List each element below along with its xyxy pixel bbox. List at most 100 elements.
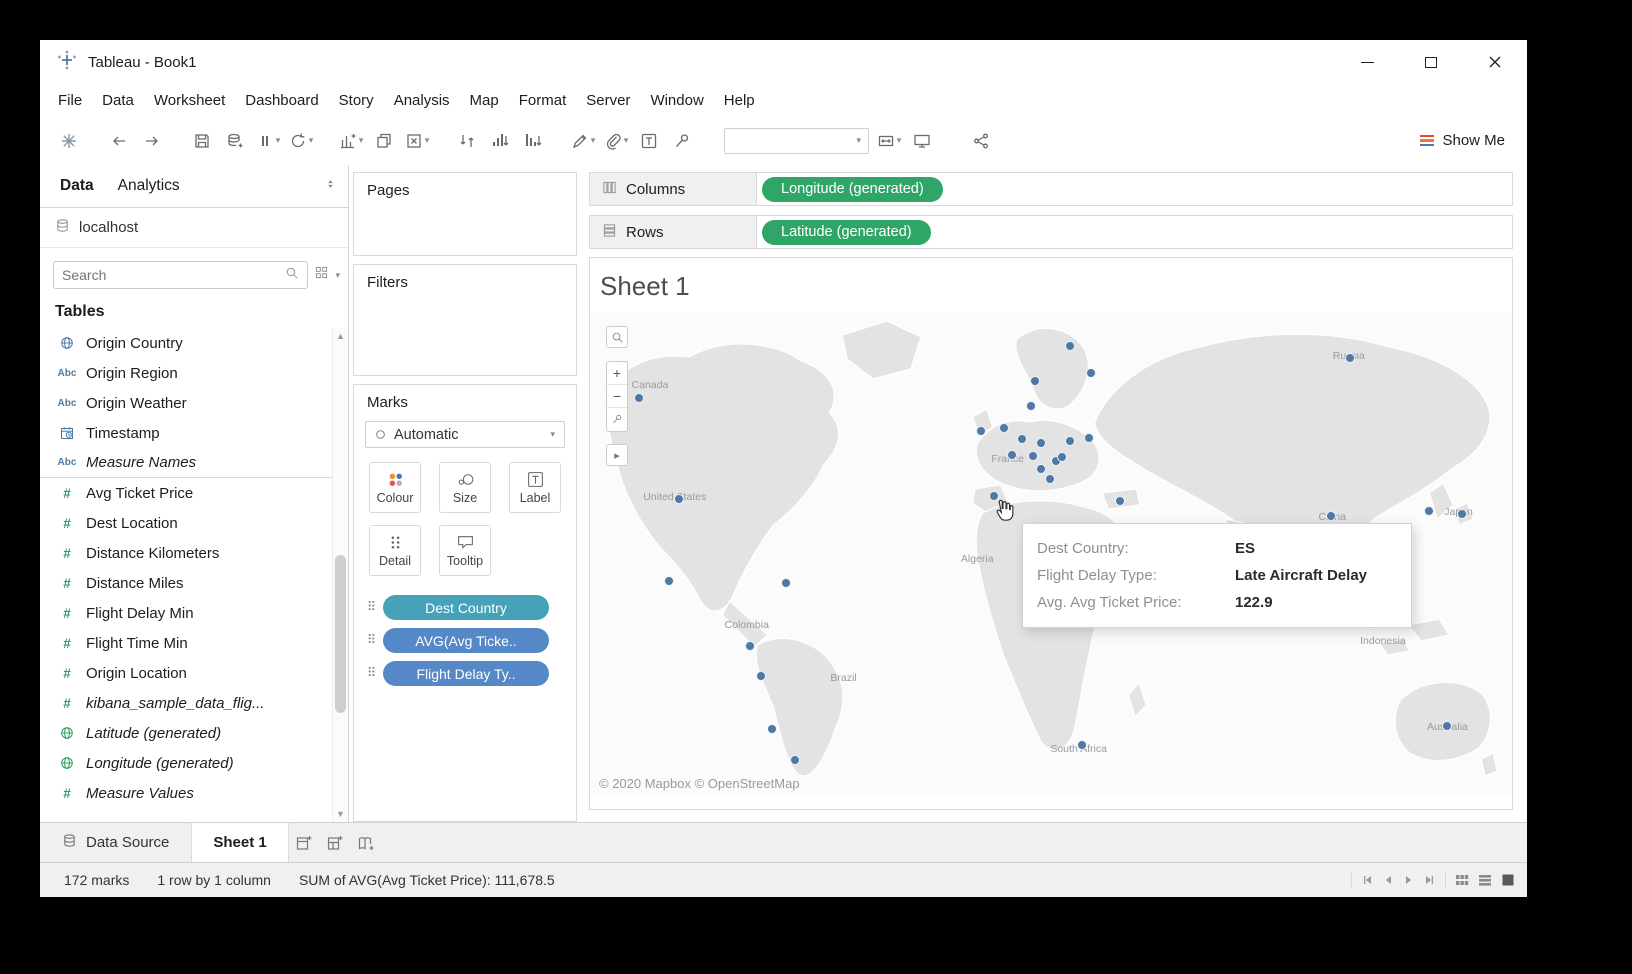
view-as-grid-icon[interactable] [315, 266, 328, 284]
menu-file[interactable]: File [48, 92, 92, 109]
mark-type-dropdown[interactable]: Automatic ▾ [365, 421, 565, 448]
marks-pill-avg-ticket[interactable]: AVG(Avg Ticke.. [383, 628, 549, 653]
field-measure-values[interactable]: #Measure Values [40, 778, 332, 808]
map-mark[interactable] [999, 423, 1009, 433]
field-scrollbar[interactable]: ▲ ▼ [332, 328, 348, 822]
map-mark[interactable] [1036, 464, 1046, 474]
map-mark[interactable] [756, 671, 766, 681]
field-longitude-generated[interactable]: Longitude (generated) [40, 748, 332, 778]
map-mark[interactable] [1084, 433, 1094, 443]
colour-button[interactable]: Colour [369, 462, 421, 513]
presentation-mode-icon[interactable] [909, 126, 935, 156]
marks-pill-dest-country[interactable]: Dest Country [383, 595, 549, 620]
tab-data[interactable]: Data [48, 177, 106, 195]
map-mark[interactable] [1007, 450, 1017, 460]
map-controls-expand-icon[interactable]: ▸ [606, 444, 628, 466]
map-mark[interactable] [664, 576, 674, 586]
show-cards-grid-icon[interactable] [1455, 873, 1469, 887]
map-mark[interactable] [1077, 740, 1087, 750]
show-me-button[interactable]: Show Me [1420, 132, 1511, 149]
map-mark[interactable] [1424, 506, 1434, 516]
undo-icon[interactable] [106, 126, 132, 156]
map-mark[interactable] [1065, 341, 1075, 351]
new-data-source-icon[interactable] [222, 126, 248, 156]
previous-page-icon[interactable] [1382, 874, 1394, 886]
menu-worksheet[interactable]: Worksheet [144, 92, 235, 109]
columns-pills[interactable]: Longitude (generated) [757, 173, 948, 205]
rows-pills[interactable]: Latitude (generated) [757, 216, 936, 248]
map-mark[interactable] [674, 494, 684, 504]
field-latitude-generated[interactable]: Latitude (generated) [40, 718, 332, 748]
detail-button[interactable]: Detail [369, 525, 421, 576]
field-flight-time-min[interactable]: #Flight Time Min [40, 628, 332, 658]
menu-dashboard[interactable]: Dashboard [235, 92, 328, 109]
redo-icon[interactable] [139, 126, 165, 156]
new-worksheet-icon[interactable]: ▾ [338, 126, 364, 156]
field-dest-location[interactable]: #Dest Location [40, 508, 332, 538]
zoom-home-pin-icon[interactable] [607, 408, 627, 431]
menu-window[interactable]: Window [640, 92, 713, 109]
menu-analysis[interactable]: Analysis [384, 92, 460, 109]
show-cards-list-icon[interactable] [1478, 873, 1492, 887]
map-mark[interactable] [1026, 401, 1036, 411]
show-single-card-icon[interactable] [1501, 873, 1515, 887]
label-button[interactable]: Label [509, 462, 561, 513]
map-mark[interactable] [1057, 452, 1067, 462]
field-timestamp[interactable]: Timestamp [40, 418, 332, 448]
scroll-up-icon[interactable]: ▲ [336, 331, 345, 341]
save-icon[interactable] [189, 126, 215, 156]
pane-options-icon[interactable] [325, 177, 340, 195]
map-mark[interactable] [1442, 721, 1452, 731]
map-mark[interactable] [1030, 376, 1040, 386]
field-distance-kilometers[interactable]: #Distance Kilometers [40, 538, 332, 568]
map-mark[interactable] [1326, 511, 1336, 521]
group-members-icon[interactable]: ▾ [603, 126, 629, 156]
rows-shelf[interactable]: Rows Latitude (generated) [589, 215, 1513, 249]
tooltip-button[interactable]: Tooltip [439, 525, 491, 576]
pause-auto-updates-icon[interactable]: ▾ [255, 126, 281, 156]
connection-row[interactable]: localhost [40, 208, 348, 248]
next-page-icon[interactable] [1403, 874, 1415, 886]
map-mark[interactable] [767, 724, 777, 734]
field-avg-ticket-price[interactable]: #Avg Ticket Price [40, 478, 332, 508]
new-dashboard-tab-icon[interactable] [320, 823, 351, 862]
map-mark[interactable] [790, 755, 800, 765]
share-icon[interactable] [968, 126, 994, 156]
map-mark[interactable] [1065, 436, 1075, 446]
scroll-thumb[interactable] [335, 555, 346, 713]
filters-card[interactable]: Filters [353, 264, 577, 376]
field-origin-country[interactable]: Origin Country [40, 328, 332, 358]
highlight-icon[interactable]: ▾ [570, 126, 596, 156]
map-mark[interactable] [745, 641, 755, 651]
menu-data[interactable]: Data [92, 92, 144, 109]
map-mark[interactable] [781, 578, 791, 588]
run-update-icon[interactable]: ▾ [288, 126, 314, 156]
tab-analytics[interactable]: Analytics [106, 177, 192, 195]
map-canvas[interactable]: + − ▸ Dest Country: ES [590, 313, 1512, 796]
rows-pill-latitude[interactable]: Latitude (generated) [762, 220, 931, 245]
menu-map[interactable]: Map [460, 92, 509, 109]
map-mark[interactable] [1115, 496, 1125, 506]
start-page-icon[interactable] [56, 126, 82, 156]
map-mark[interactable] [1457, 509, 1467, 519]
map-mark[interactable] [634, 393, 644, 403]
marks-pill-flight-delay-type[interactable]: Flight Delay Ty.. [383, 661, 549, 686]
tab-data-source[interactable]: Data Source [40, 823, 192, 862]
search-options-caret-icon[interactable]: ▾ [335, 270, 340, 281]
map-mark[interactable] [1028, 451, 1038, 461]
search-input[interactable] [62, 267, 279, 283]
zoom-in-button[interactable]: + [607, 362, 627, 385]
close-button[interactable] [1463, 40, 1527, 84]
menu-format[interactable]: Format [509, 92, 577, 109]
last-page-icon[interactable] [1424, 874, 1436, 886]
map-mark[interactable] [976, 426, 986, 436]
map-mark[interactable] [1036, 438, 1046, 448]
sort-descending-icon[interactable] [520, 126, 546, 156]
fix-axes-icon[interactable] [669, 126, 695, 156]
menu-help[interactable]: Help [714, 92, 765, 109]
menu-server[interactable]: Server [576, 92, 640, 109]
size-button[interactable]: Size [439, 462, 491, 513]
fit-width-icon[interactable]: ▾ [876, 126, 902, 156]
field-origin-region[interactable]: AbcOrigin Region [40, 358, 332, 388]
first-page-icon[interactable] [1361, 874, 1373, 886]
